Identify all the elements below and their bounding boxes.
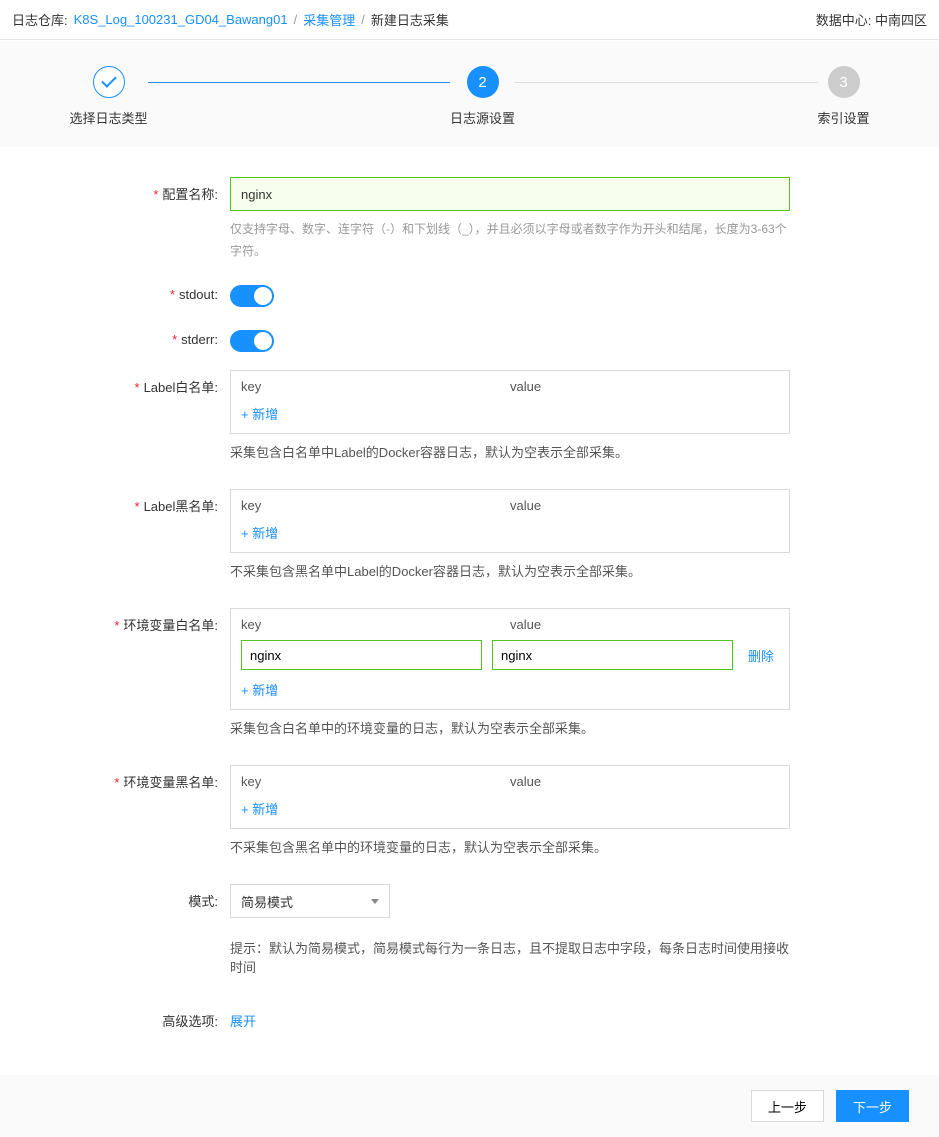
kv-value-header: value xyxy=(510,379,779,394)
label-whitelist-box: key value + 新增 xyxy=(230,370,790,434)
step-line xyxy=(515,82,817,83)
label-blacklist-desc: 不采集包含黑名单中Label的Docker容器日志，默认为空表示全部采集。 xyxy=(230,561,790,580)
step-line xyxy=(148,82,450,83)
config-name-help: 仅支持字母、数字、连字符（-）和下划线（_），并且必须以字母或者数字作为开头和结… xyxy=(230,219,790,262)
breadcrumb: 日志仓库: K8S_Log_100231_GD04_Bawang01 / 采集管… xyxy=(12,10,449,29)
label-blacklist-add[interactable]: + 新增 xyxy=(231,517,288,552)
kv-key-header: key xyxy=(241,498,510,513)
kv-value-header: value xyxy=(510,617,779,632)
step-1-label: 选择日志类型 xyxy=(70,108,148,127)
step-1: 选择日志类型 xyxy=(70,66,148,127)
breadcrumb-sep: / xyxy=(294,12,298,27)
stderr-switch[interactable] xyxy=(230,330,274,352)
mode-label: 模式: xyxy=(60,884,230,910)
env-blacklist-label: 环境变量黑名单: xyxy=(60,765,230,791)
stdout-label: stdout: xyxy=(60,280,230,302)
kv-key-header: key xyxy=(241,774,510,789)
footer: 上一步 下一步 xyxy=(0,1075,939,1137)
repo-name-link[interactable]: K8S_Log_100231_GD04_Bawang01 xyxy=(74,12,288,27)
step-1-icon xyxy=(93,66,125,98)
mode-value: 简易模式 xyxy=(241,892,293,911)
step-3-icon: 3 xyxy=(828,66,860,98)
env-whitelist-value-input[interactable] xyxy=(492,640,733,670)
config-name-input[interactable] xyxy=(230,177,790,211)
step-2-icon: 2 xyxy=(467,66,499,98)
step-3: 3 索引设置 xyxy=(818,66,870,127)
kv-key-header: key xyxy=(241,379,510,394)
steps-container: 选择日志类型 2 日志源设置 3 索引设置 xyxy=(0,41,939,147)
datacenter-value: 中南四区 xyxy=(875,13,927,28)
env-whitelist-desc: 采集包含白名单中的环境变量的日志，默认为空表示全部采集。 xyxy=(230,718,790,737)
mode-desc: 提示：默认为简易模式，简易模式每行为一条日志，且不提取日志中字段，每条日志时间使… xyxy=(230,938,790,976)
label-whitelist-label: Label白名单: xyxy=(60,370,230,396)
next-button[interactable]: 下一步 xyxy=(836,1090,909,1122)
mode-select[interactable]: 简易模式 xyxy=(230,884,390,918)
env-whitelist-box: key value 删除 + 新增 xyxy=(230,608,790,710)
advanced-expand-link[interactable]: 展开 xyxy=(230,1014,256,1029)
collection-mgmt-link[interactable]: 采集管理 xyxy=(303,10,355,29)
prev-button[interactable]: 上一步 xyxy=(751,1090,824,1122)
label-blacklist-box: key value + 新增 xyxy=(230,489,790,553)
step-2: 2 日志源设置 xyxy=(450,66,515,127)
env-whitelist-key-input[interactable] xyxy=(241,640,482,670)
label-whitelist-add[interactable]: + 新增 xyxy=(231,398,288,433)
label-whitelist-desc: 采集包含白名单中Label的Docker容器日志，默认为空表示全部采集。 xyxy=(230,442,790,461)
checkmark-icon xyxy=(101,72,117,88)
kv-value-header: value xyxy=(510,774,779,789)
chevron-down-icon xyxy=(371,899,379,904)
env-whitelist-add[interactable]: + 新增 xyxy=(231,674,288,709)
repo-label: 日志仓库: xyxy=(12,10,68,29)
page-header: 日志仓库: K8S_Log_100231_GD04_Bawang01 / 采集管… xyxy=(0,0,939,40)
env-whitelist-row: 删除 xyxy=(231,636,789,674)
breadcrumb-current: 新建日志采集 xyxy=(371,10,449,29)
datacenter-label: 数据中心: xyxy=(816,13,872,28)
env-whitelist-label: 环境变量白名单: xyxy=(60,608,230,634)
env-blacklist-box: key value + 新增 xyxy=(230,765,790,829)
step-2-label: 日志源设置 xyxy=(450,108,515,127)
env-whitelist-delete[interactable]: 删除 xyxy=(743,646,779,665)
env-blacklist-add[interactable]: + 新增 xyxy=(231,793,288,828)
kv-key-header: key xyxy=(241,617,510,632)
stdout-switch[interactable] xyxy=(230,285,274,307)
step-3-label: 索引设置 xyxy=(818,108,870,127)
stderr-label: stderr: xyxy=(60,325,230,347)
breadcrumb-sep: / xyxy=(361,12,365,27)
form-container: 配置名称: 仅支持字母、数字、连字符（-）和下划线（_），并且必须以字母或者数字… xyxy=(0,147,939,1060)
datacenter-info: 数据中心: 中南四区 xyxy=(816,10,927,29)
kv-value-header: value xyxy=(510,498,779,513)
config-name-label: 配置名称: xyxy=(60,177,230,203)
env-blacklist-desc: 不采集包含黑名单中的环境变量的日志，默认为空表示全部采集。 xyxy=(230,837,790,856)
label-blacklist-label: Label黑名单: xyxy=(60,489,230,515)
advanced-label: 高级选项: xyxy=(60,1004,230,1030)
